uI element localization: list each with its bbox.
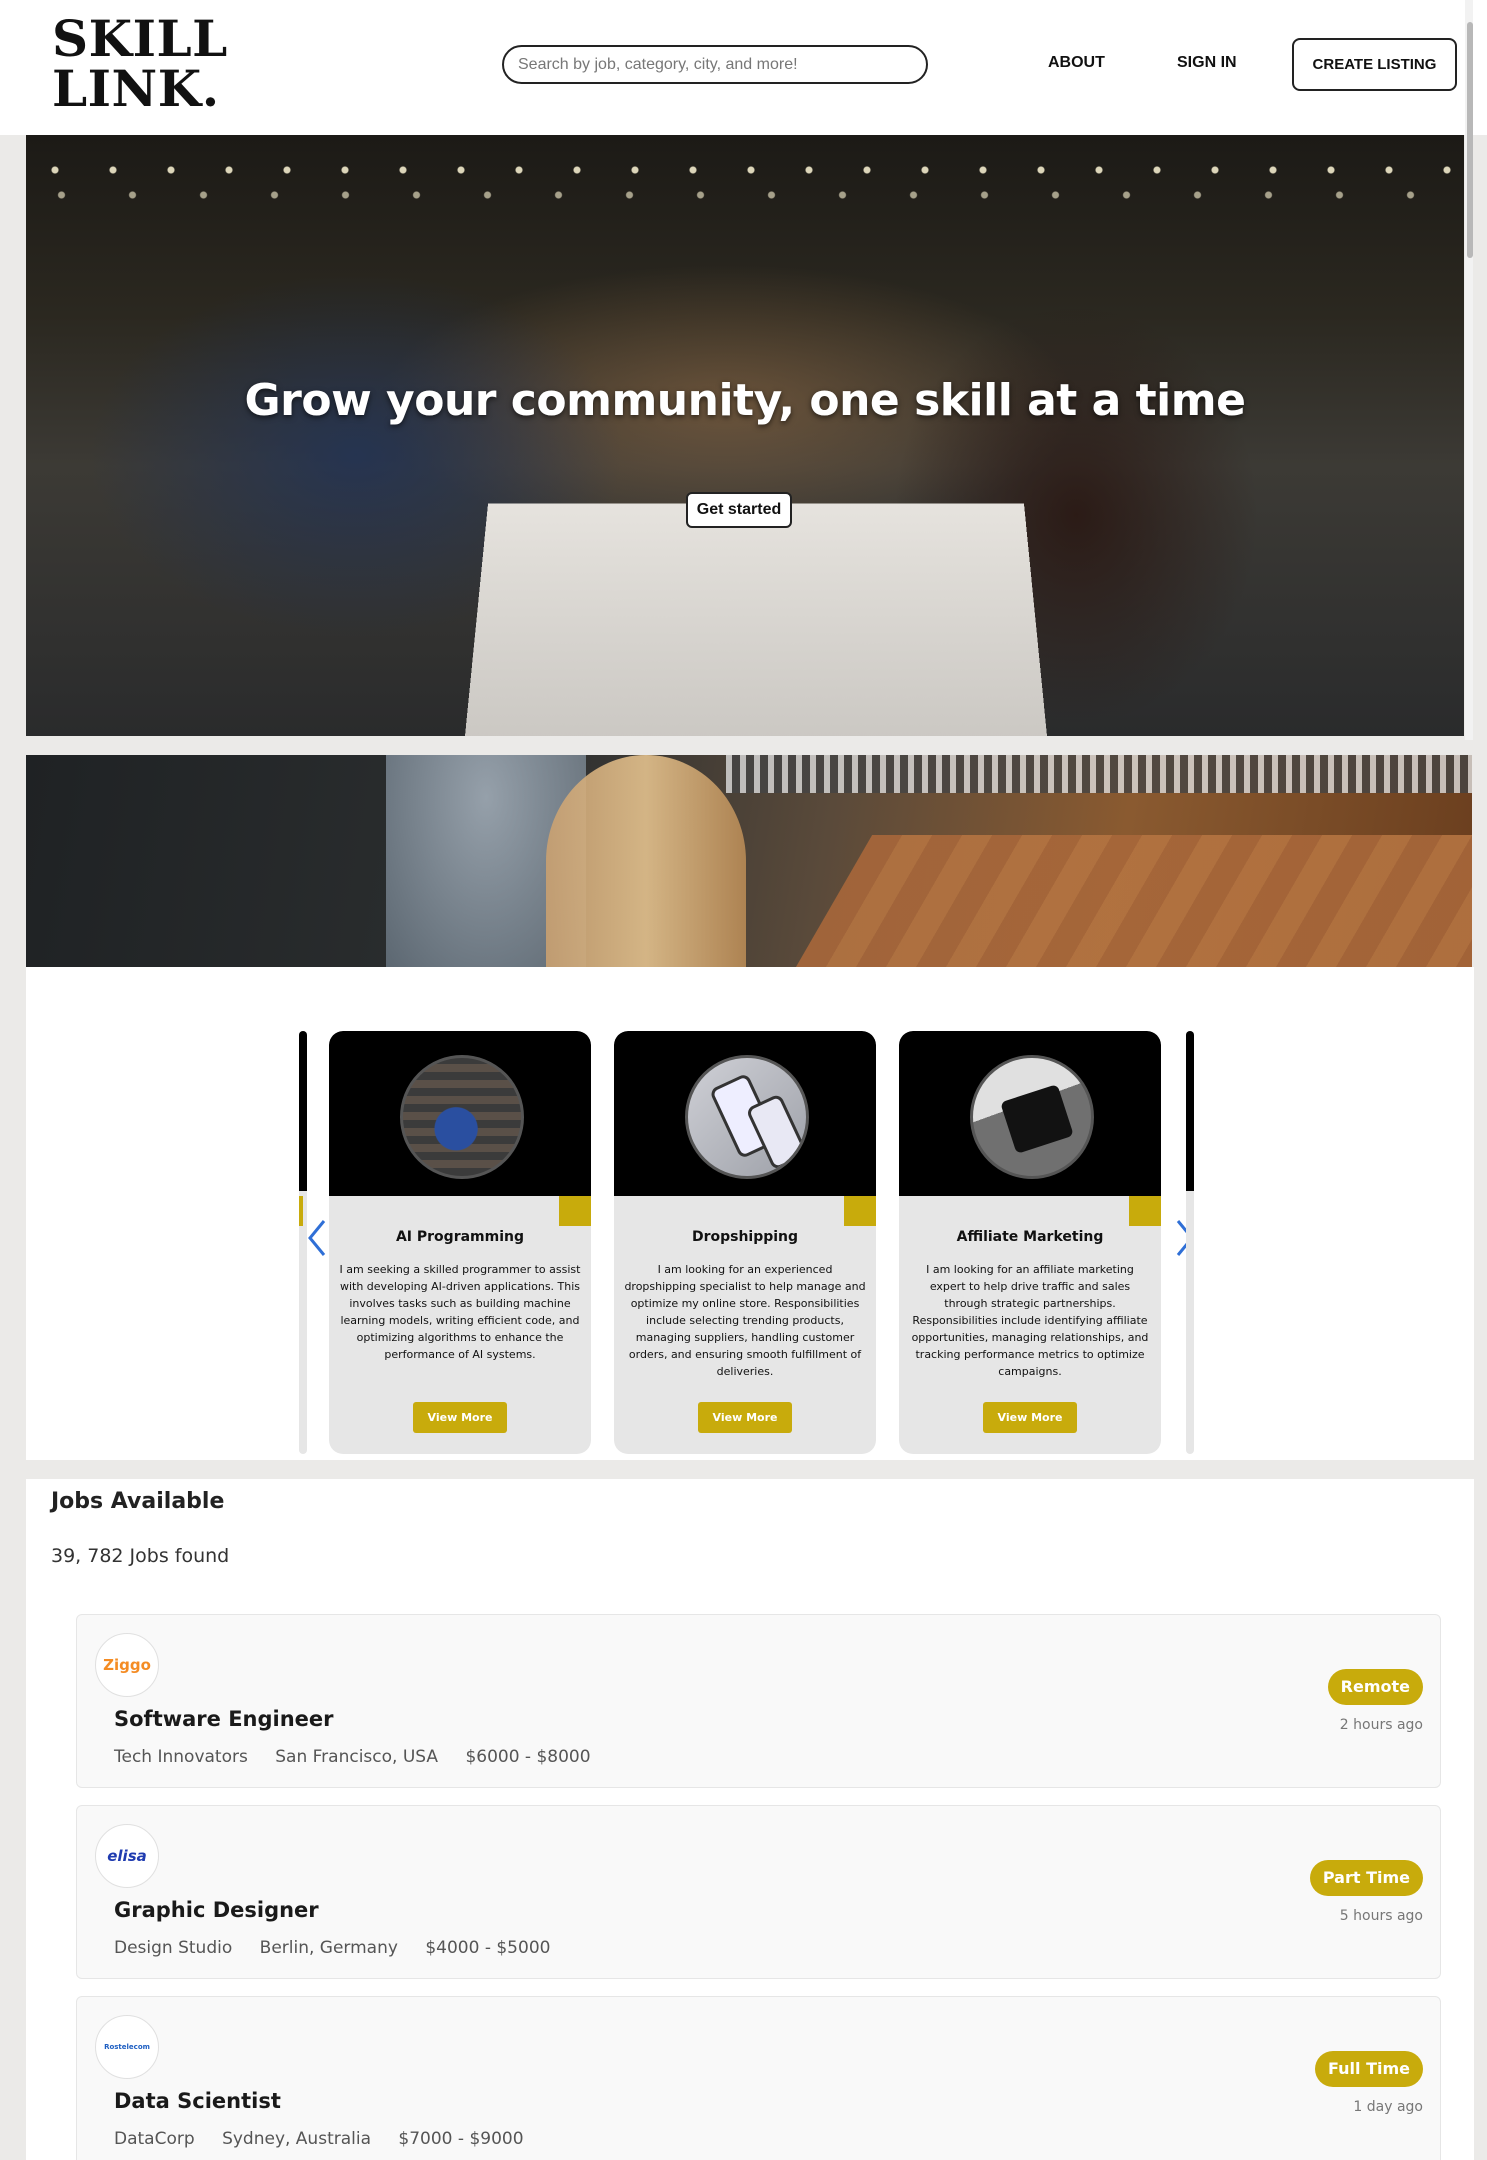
view-more-button[interactable]: View More (413, 1402, 507, 1433)
job-location: Berlin, Germany (259, 1938, 398, 1958)
scrollbar-thumb[interactable] (1467, 22, 1473, 258)
job-company: Design Studio (114, 1938, 233, 1958)
logo-line-2: LINK. (52, 59, 220, 118)
carousel-card[interactable]: AI Programming I am seeking a skilled pr… (329, 1031, 591, 1454)
site-header: SKILL LINK. ABOUT SIGN IN CREATE LISTING (0, 0, 1487, 135)
view-more-button[interactable]: View More (983, 1402, 1077, 1433)
nav-signin-link[interactable]: SIGN IN (1177, 54, 1237, 72)
job-salary: $7000 - $9000 (398, 2129, 524, 2149)
job-meta: DataCorp Sydney, Australia $7000 - $9000 (114, 2129, 546, 2149)
company-logo: elisa (95, 1824, 159, 1888)
edge-card-top (299, 1031, 307, 1191)
ziggo-logo-text: Ziggo (103, 1656, 151, 1674)
card-title: Affiliate Marketing (956, 1229, 1104, 1245)
job-salary: $6000 - $8000 (465, 1747, 591, 1767)
card-image-affiliate-marketing (970, 1055, 1094, 1179)
job-posted-time: 5 hours ago (1339, 1908, 1423, 1924)
hero-title: Grow your community, one skill at a time (244, 375, 1246, 426)
job-posted-time: 2 hours ago (1339, 1717, 1423, 1733)
job-card[interactable]: elisa Graphic Designer Design Studio Ber… (76, 1805, 1441, 1979)
card-description: I am looking for an experienced dropship… (624, 1263, 866, 1378)
card-corner-accent (844, 1196, 876, 1226)
site-logo[interactable]: SKILL LINK. (52, 14, 228, 114)
jobs-count: 39, 782 Jobs found (51, 1545, 230, 1567)
carousel-card[interactable]: Dropshipping I am looking for an experie… (614, 1031, 876, 1454)
card-corner-accent (559, 1196, 591, 1226)
create-listing-button[interactable]: CREATE LISTING (1292, 38, 1457, 91)
card-image-dropshipping (685, 1055, 809, 1179)
card-description: I am seeking a skilled programmer to ass… (339, 1263, 581, 1361)
banner-fringe-decor (726, 755, 1472, 793)
logo-line-1: SKILL (52, 9, 228, 68)
banner-harp-image (546, 755, 746, 967)
banner-wood-floor (779, 835, 1472, 967)
job-title[interactable]: Data Scientist (114, 2089, 281, 2113)
hero-dinner-table (462, 503, 1050, 736)
job-type-badge: Full Time (1315, 2051, 1423, 2087)
elisa-logo-text: elisa (107, 1847, 147, 1865)
job-type-badge: Part Time (1309, 1860, 1423, 1896)
event-image-banner (26, 755, 1472, 967)
job-meta: Tech Innovators San Francisco, USA $6000… (114, 1747, 613, 1767)
carousel-partial-card-right[interactable] (1186, 1031, 1194, 1454)
view-more-button[interactable]: View More (698, 1402, 792, 1433)
hero-string-lights (26, 165, 1464, 175)
card-description: I am looking for an affiliate marketing … (911, 1263, 1149, 1378)
get-started-button[interactable]: Get started (686, 492, 792, 528)
nav-about-link[interactable]: ABOUT (1048, 54, 1105, 72)
job-meta: Design Studio Berlin, Germany $4000 - $5… (114, 1938, 572, 1958)
edge-card-accent (299, 1196, 303, 1226)
job-title[interactable]: Software Engineer (114, 1707, 334, 1731)
search-input[interactable] (502, 45, 928, 84)
job-card[interactable]: Rostelecom Data Scientist DataCorp Sydne… (76, 1996, 1441, 2160)
job-card[interactable]: Ziggo Software Engineer Tech Innovators … (76, 1614, 1441, 1788)
company-logo: Rostelecom (95, 2015, 159, 2079)
carousel-card[interactable]: Affiliate Marketing I am looking for an … (899, 1031, 1161, 1454)
jobs-title: Jobs Available (51, 1489, 225, 1514)
company-logo: Ziggo (95, 1633, 159, 1697)
job-company: DataCorp (114, 2129, 195, 2149)
job-type-badge: Remote (1327, 1669, 1423, 1705)
listing-carousel: AI Programming I am seeking a skilled pr… (26, 967, 1474, 1460)
card-corner-accent (1129, 1196, 1161, 1226)
hero-banner: Grow your community, one skill at a time… (26, 135, 1464, 736)
hero-string-lights-2 (26, 190, 1464, 200)
jobs-section: Jobs Available 39, 782 Jobs found Ziggo … (26, 1479, 1474, 2160)
card-title: AI Programming (395, 1229, 525, 1245)
carousel-prev-button[interactable] (304, 1215, 332, 1261)
card-title: Dropshipping (691, 1229, 799, 1245)
job-location: San Francisco, USA (275, 1747, 439, 1767)
job-salary: $4000 - $5000 (425, 1938, 551, 1958)
card-image-ai-programming (400, 1055, 524, 1179)
edge-card-top (1186, 1031, 1194, 1191)
rostelecom-logo-text: Rostelecom (104, 2043, 150, 2051)
job-posted-time: 1 day ago (1353, 2099, 1423, 2115)
job-title[interactable]: Graphic Designer (114, 1898, 319, 1922)
job-company: Tech Innovators (114, 1747, 248, 1767)
job-location: Sydney, Australia (222, 2129, 372, 2149)
chevron-left-icon (308, 1220, 326, 1256)
